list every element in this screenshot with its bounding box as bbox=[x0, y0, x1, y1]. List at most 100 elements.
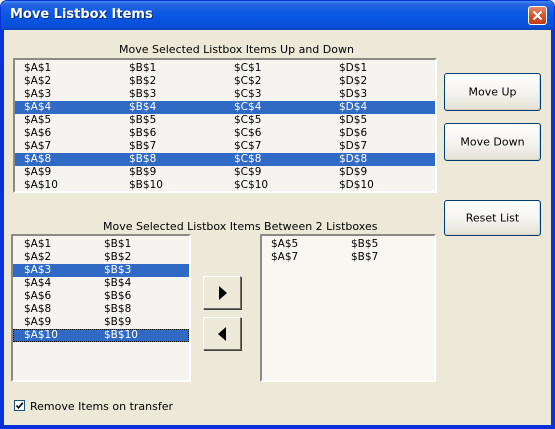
updown-list-cell: $D$2 bbox=[339, 75, 368, 87]
updown-list-cell: $C$7 bbox=[234, 140, 262, 152]
updown-list-cell: $A$7 bbox=[24, 140, 52, 152]
remove-items-checkbox[interactable] bbox=[14, 400, 25, 411]
updown-list-cell: $A$6 bbox=[24, 127, 52, 139]
move-left-button[interactable] bbox=[203, 317, 241, 350]
title-bar[interactable]: Move Listbox Items bbox=[1, 1, 554, 30]
updown-list-cell: $A$10 bbox=[24, 179, 58, 191]
updown-list-row[interactable]: $A$3 $B$3 $C$3 $D$3 bbox=[15, 88, 435, 101]
updown-list-cell: $D$3 bbox=[339, 88, 368, 100]
destination-list-cell: $A$7 bbox=[271, 251, 299, 263]
updown-list-cell: $A$8 bbox=[24, 153, 52, 165]
updown-list-cell: $D$9 bbox=[339, 166, 368, 178]
updown-list-cell: $C$4 bbox=[234, 101, 262, 113]
arrow-right-icon bbox=[219, 286, 227, 300]
move-right-button[interactable] bbox=[203, 276, 241, 309]
destination-list-row[interactable]: $A$5 $B$5 bbox=[262, 238, 434, 251]
move-down-button[interactable]: Move Down bbox=[444, 123, 541, 161]
source-list-row[interactable]: $A$1 $B$1 bbox=[13, 238, 189, 251]
source-list-row[interactable]: $A$8 $B$8 bbox=[13, 303, 189, 316]
source-list-row[interactable]: $A$9 $B$9 bbox=[13, 316, 189, 329]
source-list-row[interactable]: $A$2 $B$2 bbox=[13, 251, 189, 264]
remove-items-label[interactable]: Remove Items on transfer bbox=[30, 400, 173, 413]
source-list-row[interactable]: $A$6 $B$6 bbox=[13, 290, 189, 303]
updown-list-cell: $B$2 bbox=[129, 75, 157, 87]
transfer-heading: Move Selected Listbox Items Between 2 Li… bbox=[103, 220, 378, 233]
destination-list-cell: $B$5 bbox=[351, 238, 379, 250]
updown-heading: Move Selected Listbox Items Up and Down bbox=[119, 43, 354, 56]
source-list-row[interactable]: $A$4 $B$4 bbox=[13, 277, 189, 290]
destination-listbox[interactable]: $A$5 $B$5 $A$7 $B$7 bbox=[260, 234, 436, 382]
updown-list-cell: $D$10 bbox=[339, 179, 374, 191]
updown-list-row[interactable]: $A$8 $B$8 $C$8 $D$8 bbox=[15, 153, 435, 166]
reset-list-label: Reset List bbox=[465, 211, 520, 225]
source-list-row[interactable]: $A$10 $B$10 bbox=[13, 329, 189, 342]
close-button[interactable] bbox=[528, 6, 547, 25]
updown-list-cell: $C$9 bbox=[234, 166, 262, 178]
move-up-button[interactable]: Move Up bbox=[444, 73, 541, 111]
source-list-cell: $B$1 bbox=[104, 238, 132, 250]
updown-list-cell: $A$9 bbox=[24, 166, 52, 178]
destination-list-cell: $A$5 bbox=[271, 238, 299, 250]
checkmark-icon bbox=[15, 402, 24, 410]
source-list-cell: $B$2 bbox=[104, 251, 132, 263]
updown-list-cell: $B$5 bbox=[129, 114, 157, 126]
source-list-cell: $A$4 bbox=[24, 277, 52, 289]
updown-list-cell: $B$10 bbox=[129, 179, 163, 191]
move-down-label: Move Down bbox=[460, 135, 525, 149]
source-list-cell: $A$10 bbox=[24, 329, 58, 341]
updown-list-cell: $C$5 bbox=[234, 114, 262, 126]
updown-list-cell: $D$7 bbox=[339, 140, 368, 152]
updown-list-cell: $A$1 bbox=[24, 62, 52, 74]
updown-list-row[interactable]: $A$10 $B$10 $C$10 $D$10 bbox=[15, 179, 435, 191]
updown-list-row[interactable]: $A$7 $B$7 $C$7 $D$7 bbox=[15, 140, 435, 153]
updown-list-cell: $A$3 bbox=[24, 88, 52, 100]
destination-list-row[interactable]: $A$7 $B$7 bbox=[262, 251, 434, 264]
source-list-cell: $B$9 bbox=[104, 316, 132, 328]
updown-list-cell: $D$4 bbox=[339, 101, 368, 113]
updown-list-row[interactable]: $A$6 $B$6 $C$6 $D$6 bbox=[15, 127, 435, 140]
updown-list-cell: $D$1 bbox=[339, 62, 368, 74]
updown-list-cell: $C$2 bbox=[234, 75, 262, 87]
source-list-cell: $B$6 bbox=[104, 290, 132, 302]
updown-list-cell: $C$6 bbox=[234, 127, 262, 139]
updown-list-cell: $C$8 bbox=[234, 153, 262, 165]
source-list-cell: $A$6 bbox=[24, 290, 52, 302]
updown-list-row[interactable]: $A$4 $B$4 $C$4 $D$4 bbox=[15, 101, 435, 114]
destination-list-cell: $B$7 bbox=[351, 251, 379, 263]
reset-list-button[interactable]: Reset List bbox=[444, 200, 541, 236]
source-list-row[interactable]: $A$3 $B$3 bbox=[13, 264, 189, 277]
updown-list-row[interactable]: $A$5 $B$5 $C$5 $D$5 bbox=[15, 114, 435, 127]
window-title: Move Listbox Items bbox=[10, 7, 153, 22]
updown-list-row[interactable]: $A$2 $B$2 $C$2 $D$2 bbox=[15, 75, 435, 88]
updown-list-cell: $B$7 bbox=[129, 140, 157, 152]
updown-list-cell: $D$5 bbox=[339, 114, 368, 126]
move-up-label: Move Up bbox=[468, 85, 517, 99]
source-list-cell: $A$2 bbox=[24, 251, 52, 263]
source-list-cell: $B$4 bbox=[104, 277, 132, 289]
source-list-cell: $A$3 bbox=[24, 264, 52, 276]
updown-list-row[interactable]: $A$1 $B$1 $C$1 $D$1 bbox=[15, 62, 435, 75]
updown-list-cell: $A$5 bbox=[24, 114, 52, 126]
source-list-cell: $A$1 bbox=[24, 238, 52, 250]
updown-listbox[interactable]: $A$1 $B$1 $C$1 $D$1 $A$2 $B$2 $C$2 $D$2 $A$3 $B$3… bbox=[13, 58, 437, 193]
source-listbox[interactable]: $A$1 $B$1 $A$2 $B$2 $A$3 $B$3 $A$4 $B$4 $A$6 $B$6… bbox=[11, 234, 191, 382]
updown-list-cell: $B$1 bbox=[129, 62, 157, 74]
updown-list-cell: $B$9 bbox=[129, 166, 157, 178]
source-list-cell: $B$10 bbox=[104, 329, 138, 341]
source-list-cell: $B$8 bbox=[104, 303, 132, 315]
source-list-cell: $B$3 bbox=[104, 264, 132, 276]
updown-list-cell: $C$3 bbox=[234, 88, 262, 100]
updown-list-cell: $D$6 bbox=[339, 127, 368, 139]
arrow-left-icon bbox=[218, 327, 226, 341]
updown-list-cell: $B$3 bbox=[129, 88, 157, 100]
updown-list-cell: $A$4 bbox=[24, 101, 52, 113]
updown-list-cell: $D$8 bbox=[339, 153, 368, 165]
updown-list-cell: $A$2 bbox=[24, 75, 52, 87]
updown-list-cell: $B$4 bbox=[129, 101, 157, 113]
updown-list-cell: $B$6 bbox=[129, 127, 157, 139]
source-list-cell: $A$8 bbox=[24, 303, 52, 315]
updown-list-row[interactable]: $A$9 $B$9 $C$9 $D$9 bbox=[15, 166, 435, 179]
updown-list-cell: $C$10 bbox=[234, 179, 269, 191]
updown-list-cell: $B$8 bbox=[129, 153, 157, 165]
source-list-cell: $A$9 bbox=[24, 316, 52, 328]
